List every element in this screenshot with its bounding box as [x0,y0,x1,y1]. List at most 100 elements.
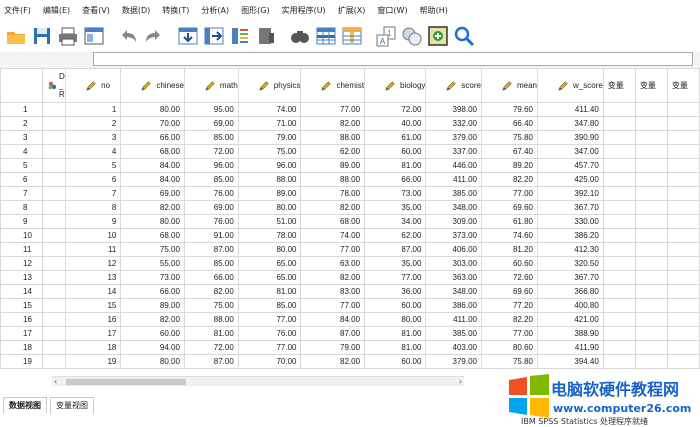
row-number[interactable]: 17 [0,326,44,341]
data-cell[interactable] [634,312,668,327]
data-cell[interactable]: 10 [65,228,122,243]
data-cell[interactable]: 89.20 [480,158,538,173]
data-cell[interactable]: 66.00 [364,172,427,187]
data-cell[interactable] [42,326,67,341]
data-cell[interactable] [602,102,636,117]
row-number[interactable]: 9 [0,214,44,229]
data-cell[interactable]: 363.00 [425,270,482,285]
data-cell[interactable]: 77.00 [480,326,538,341]
data-cell[interactable]: 4 [65,144,122,159]
data-cell[interactable]: 19 [65,354,122,369]
data-cell[interactable]: 320.50 [536,256,604,271]
data-cell[interactable]: 85.00 [183,256,239,271]
row-number[interactable]: 5 [0,158,44,173]
data-cell[interactable]: 9 [65,214,122,229]
data-cell[interactable]: 84.00 [300,312,366,327]
data-cell[interactable]: 411.40 [536,102,604,117]
data-cell[interactable]: 17 [65,326,122,341]
data-cell[interactable]: 36.00 [364,284,427,299]
data-cell[interactable]: 3 [65,130,122,145]
data-cell[interactable] [602,228,636,243]
data-cell[interactable]: 82.00 [300,354,366,369]
data-cell[interactable]: 74.60 [480,228,538,243]
data-cell[interactable]: 82.00 [300,200,366,215]
data-cell[interactable]: 309.00 [425,214,482,229]
data-cell[interactable]: 71.00 [237,116,302,131]
data-cell[interactable] [42,158,67,173]
data-cell[interactable]: 82.20 [480,312,538,327]
data-cell[interactable]: 18 [65,340,122,355]
data-cell[interactable] [634,172,668,187]
data-cell[interactable]: 88.00 [237,172,302,187]
data-cell[interactable]: 89.00 [237,186,302,201]
data-cell[interactable]: 96.00 [237,158,302,173]
row-number[interactable]: 12 [0,256,44,271]
data-cell[interactable]: 69.00 [183,116,239,131]
data-cell[interactable] [42,312,67,327]
data-cell[interactable]: 96.00 [183,158,239,173]
menu-item[interactable]: 帮助(H) [420,5,448,16]
row-number[interactable]: 16 [0,312,44,327]
data-cell[interactable]: 91.00 [183,228,239,243]
data-cell[interactable]: 379.00 [425,354,482,369]
data-cell[interactable] [42,116,67,131]
data-cell[interactable]: 82.00 [120,312,185,327]
data-cell[interactable] [634,214,668,229]
data-cell[interactable]: 348.00 [425,284,482,299]
menu-item[interactable]: 分析(A) [201,5,229,16]
data-cell[interactable] [634,256,668,271]
data-cell[interactable]: 75.80 [480,354,538,369]
data-cell[interactable] [666,130,700,145]
data-cell[interactable]: 69.60 [480,284,538,299]
data-cell[interactable]: 69.60 [480,200,538,215]
cell-value-input[interactable] [93,52,693,66]
data-cell[interactable]: 457.70 [536,158,604,173]
data-cell[interactable]: 61.00 [364,130,427,145]
data-cell[interactable]: 85.00 [183,172,239,187]
row-number[interactable]: 13 [0,270,44,285]
row-number[interactable]: 1 [0,102,44,117]
data-cell[interactable] [634,354,668,369]
data-cell[interactable] [42,144,67,159]
data-cell[interactable]: 79.00 [237,130,302,145]
data-cell[interactable]: 83.00 [300,284,366,299]
empty-variable-header[interactable]: 变量 [602,68,636,103]
column-header-physics[interactable]: physics [237,68,302,103]
data-cell[interactable]: 67.40 [480,144,538,159]
run-descriptives-button[interactable] [254,24,278,48]
menu-item[interactable]: 窗口(W) [377,5,407,16]
data-cell[interactable]: 72.00 [183,340,239,355]
data-cell[interactable]: 347.80 [536,116,604,131]
data-cell[interactable]: 80.00 [120,214,185,229]
data-cell[interactable]: 40.00 [364,116,427,131]
data-cell[interactable]: 347.00 [536,144,604,159]
data-cell[interactable]: 75.00 [183,298,239,313]
data-cell[interactable]: 80.00 [237,200,302,215]
data-cell[interactable]: 35.00 [364,200,427,215]
data-cell[interactable]: 13 [65,270,122,285]
data-cell[interactable]: 411.00 [425,312,482,327]
tab-variable-view[interactable]: 变量视图 [50,397,94,413]
data-cell[interactable]: 66.00 [183,270,239,285]
data-cell[interactable]: 7 [65,186,122,201]
data-cell[interactable]: 72.00 [364,102,427,117]
data-cell[interactable]: 373.00 [425,228,482,243]
variables-button[interactable] [228,24,252,48]
data-cell[interactable]: 35.00 [364,256,427,271]
data-cell[interactable] [602,284,636,299]
data-cell[interactable]: 81.00 [364,158,427,173]
data-cell[interactable]: 332.00 [425,116,482,131]
data-cell[interactable] [42,214,67,229]
open-folder-button[interactable] [4,24,28,48]
data-cell[interactable]: 82.00 [300,116,366,131]
column-header-score[interactable]: score [425,68,482,103]
row-number[interactable]: 7 [0,186,44,201]
data-cell[interactable] [42,200,67,215]
data-cell[interactable]: 88.00 [183,312,239,327]
data-cell[interactable]: 89.00 [120,298,185,313]
data-cell[interactable]: 87.00 [183,242,239,257]
data-cell[interactable]: 403.00 [425,340,482,355]
data-cell[interactable] [666,172,700,187]
save-button[interactable] [30,24,54,48]
data-cell[interactable] [666,144,700,159]
